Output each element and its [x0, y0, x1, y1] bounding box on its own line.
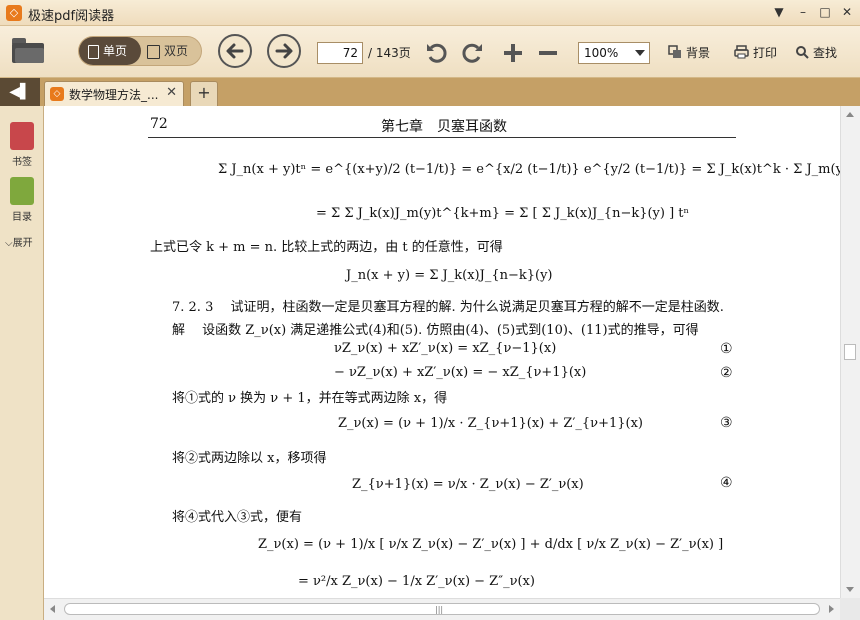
background-button[interactable]: 背景 [668, 44, 710, 61]
bookmark-icon [10, 122, 34, 150]
title-bar: ◇ 极速pdf阅读器 ▼ – □ ✕ [0, 0, 860, 26]
scroll-down-icon[interactable] [846, 587, 854, 592]
minimize-button[interactable]: – [794, 4, 812, 20]
menu-dropdown-icon[interactable]: ▼ [770, 4, 788, 20]
equation-line: − νZ_ν(x) + xZ′_ν(x) = − xZ_{ν+1}(x) [334, 365, 587, 380]
document-viewer[interactable]: 72 第七章 贝塞耳函数 Σ J_n(x + y)tⁿ = e^{(x+y)/2… [44, 106, 840, 598]
single-page-button[interactable]: 单页 [79, 37, 141, 65]
pdf-doc-icon: ◇ [50, 87, 64, 101]
vertical-scrollbar[interactable] [840, 106, 860, 598]
equation-line: νZ_ν(x) + xZ′_ν(x) = xZ_{ν−1}(x) [334, 341, 557, 356]
equation-line: J_n(x + y) = Σ J_k(x)J_{n−k}(y) [346, 268, 553, 283]
view-mode-toggle: 单页 双页 [78, 36, 202, 66]
close-button[interactable]: ✕ [838, 4, 856, 20]
previous-page-button[interactable] [218, 34, 252, 68]
sidebar-item-toc[interactable]: 目录 [6, 177, 38, 223]
new-tab-button[interactable]: + [190, 81, 218, 106]
equation-marker: ③ [720, 415, 733, 431]
solution-line: 解 设函数 Z_ν(x) 满足递推公式(4)和(5). 仿照由(4)、(5)式到… [172, 323, 699, 338]
rotate-right-icon[interactable] [459, 40, 485, 66]
sidebar: 书签 目录 ⌵展开 [0, 106, 44, 620]
sidebar-expand[interactable]: ⌵展开 [5, 234, 33, 249]
equation-line: Z_ν(x) = (ν + 1)/x · Z_{ν+1}(x) + Z′_{ν+… [338, 416, 643, 431]
horizontal-scroll-thumb[interactable]: ||| [64, 603, 820, 615]
tab-title: 数学物理方法_... [69, 88, 159, 102]
close-tab-icon[interactable]: ✕ [166, 85, 177, 100]
page-number-input[interactable]: 72 [317, 42, 363, 64]
single-page-icon [88, 44, 99, 59]
scroll-left-icon[interactable] [50, 605, 55, 613]
equation-line: Z_ν(x) = (ν + 1)/x [ ν/x Z_ν(x) − Z′_ν(x… [258, 537, 724, 552]
vertical-scroll-thumb[interactable] [844, 344, 856, 360]
chapter-title: 第七章 贝塞耳函数 [381, 119, 507, 135]
equation-line: = Σ Σ J_k(x)J_m(y)t^{k+m} = Σ [ Σ J_k(x)… [316, 206, 690, 221]
search-icon [796, 46, 809, 59]
problem-statement: 7. 2. 3 试证明，柱函数一定是贝塞耳方程的解. 为什么说满足贝塞耳方程的解… [172, 300, 724, 315]
chevron-down-icon [635, 50, 645, 56]
scrollbar-corner [840, 598, 860, 620]
text-line: 将①式的 ν 换为 ν + 1，并在等式两边除 x，得 [172, 391, 448, 406]
equation-line: = ν²/x Z_ν(x) − 1/x Z′_ν(x) − Z″_ν(x) [298, 574, 535, 589]
text-line: 将④式代入③式，便有 [172, 510, 303, 525]
double-page-icon [147, 44, 160, 59]
double-page-button[interactable]: 双页 [143, 37, 201, 65]
maximize-button[interactable]: □ [816, 4, 834, 20]
open-file-button[interactable] [12, 36, 46, 64]
equation-line: Σ J_n(x + y)tⁿ = e^{(x+y)/2 (t−1/t)} = e… [218, 162, 840, 177]
toc-icon [10, 177, 34, 205]
equation-line: Z_{ν+1}(x) = ν/x · Z_ν(x) − Z′_ν(x) [352, 477, 584, 492]
scroll-up-icon[interactable] [846, 112, 854, 117]
background-icon [668, 45, 681, 58]
print-button[interactable]: 打印 [734, 44, 777, 61]
page-total: / 143页 [368, 46, 411, 60]
equation-marker: ② [720, 365, 733, 381]
next-page-button[interactable] [267, 34, 301, 68]
app-title: 极速pdf阅读器 [28, 9, 115, 24]
header-rule [148, 137, 736, 138]
grip-icon: ||| [435, 605, 444, 614]
back-icon: ◀▌ [9, 84, 31, 100]
app-logo-icon: ◇ [6, 5, 22, 21]
rotate-left-icon[interactable] [424, 40, 450, 66]
zoom-select[interactable]: 100% [578, 42, 650, 64]
tab-document[interactable]: ◇ 数学物理方法_... ✕ [44, 81, 184, 106]
arrow-left-icon [226, 43, 244, 59]
equation-marker: ④ [720, 475, 733, 491]
search-button[interactable]: 查找 [795, 44, 837, 61]
printer-icon [734, 45, 749, 59]
arrow-right-icon [275, 43, 293, 59]
sidebar-item-bookmark[interactable]: 书签 [6, 122, 38, 168]
zoom-out-icon[interactable] [535, 40, 561, 66]
text-line: 上式已令 k + m = n. 比较上式的两边，由 t 的任意性，可得 [150, 240, 503, 255]
toggle-sidebar-button[interactable]: ◀▌ [0, 78, 40, 106]
page-number: 72 [150, 116, 168, 132]
scroll-right-icon[interactable] [829, 605, 834, 613]
zoom-in-icon[interactable] [500, 40, 526, 66]
horizontal-scrollbar[interactable]: ||| [44, 598, 840, 620]
text-line: 将②式两边除以 x，移项得 [172, 451, 327, 466]
chevron-down-icon: ⌵ [5, 238, 13, 249]
equation-marker: ① [720, 341, 733, 357]
